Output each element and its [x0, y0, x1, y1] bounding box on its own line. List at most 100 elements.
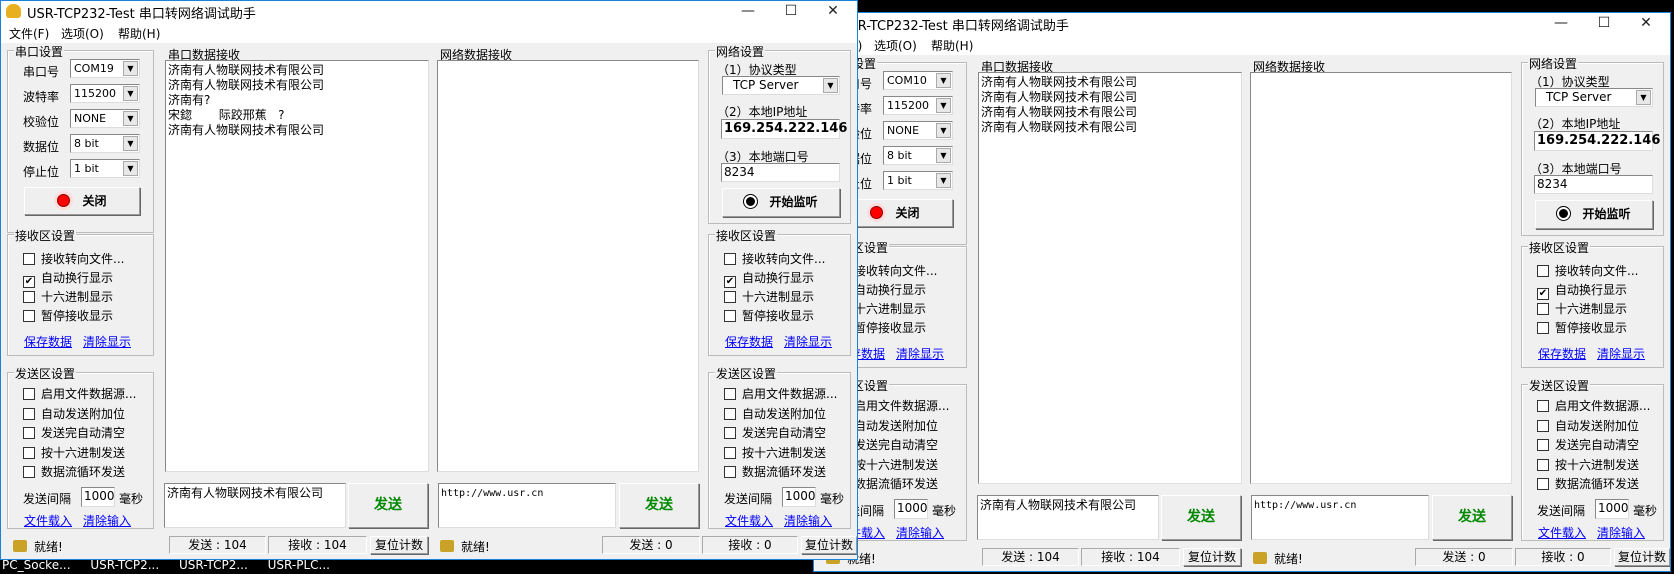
- stopbits-select[interactable]: 1 bit ▼: [883, 171, 953, 190]
- serial-send-input[interactable]: 济南有人物联网技术有限公司: [977, 495, 1159, 540]
- menu-help[interactable]: 帮助(H): [118, 25, 160, 42]
- clear-input-link[interactable]: 清除输入: [896, 524, 944, 541]
- menu-help[interactable]: 帮助(H): [931, 37, 973, 54]
- port-select[interactable]: COM19 ▼: [70, 59, 140, 78]
- net-reset-count-button[interactable]: 复位计数: [1614, 548, 1670, 566]
- local-port-field[interactable]: 8234: [1534, 175, 1653, 194]
- load-file-link[interactable]: 文件载入: [1538, 524, 1586, 541]
- ip-field[interactable]: 169.254.222.146: [1534, 131, 1660, 151]
- checkbox-icon[interactable]: [724, 253, 736, 265]
- stopbits-select[interactable]: 1 bit ▼: [70, 159, 140, 178]
- clear-input-link[interactable]: 清除输入: [83, 512, 131, 529]
- checkbox-option[interactable]: 发送完自动清空: [1537, 438, 1639, 454]
- checkbox-option[interactable]: 暂停接收显示: [724, 309, 814, 325]
- checkbox-option[interactable]: 按十六进制发送: [23, 446, 125, 462]
- save-data-link[interactable]: 保存数据: [24, 333, 72, 350]
- clear-display-link[interactable]: 清除显示: [1597, 345, 1645, 362]
- checkbox-checked-icon[interactable]: ✔: [1537, 288, 1549, 300]
- checkbox-option[interactable]: 按十六进制发送: [724, 446, 826, 462]
- maximize-button[interactable]: ☐: [771, 1, 811, 23]
- checkbox-option[interactable]: ✔ 自动换行显示: [1537, 283, 1627, 300]
- ip-field[interactable]: 169.254.222.146: [721, 119, 847, 139]
- checkbox-option[interactable]: 自动发送附加位: [23, 407, 125, 423]
- checkbox-option[interactable]: 接收转向文件...: [724, 252, 825, 268]
- checkbox-option[interactable]: 数据流循环发送: [724, 465, 826, 481]
- parity-select[interactable]: NONE ▼: [70, 109, 140, 128]
- save-data-link[interactable]: 保存数据: [1538, 345, 1586, 362]
- checkbox-option[interactable]: 按十六进制发送: [1537, 458, 1639, 474]
- checkbox-option[interactable]: 数据流循环发送: [1537, 477, 1639, 493]
- checkbox-icon[interactable]: [724, 427, 736, 439]
- listen-button[interactable]: 开始监听: [1535, 200, 1653, 229]
- checkbox-checked-icon[interactable]: ✔: [724, 276, 736, 288]
- menu-file[interactable]: 文件(F): [9, 25, 49, 42]
- title-bar[interactable]: USR-TCP232-Test 串口转网络调试助手 — ☐ ✕: [814, 13, 1670, 35]
- checkbox-option[interactable]: ✔ 自动换行显示: [724, 271, 814, 288]
- serial-send-input[interactable]: 济南有人物联网技术有限公司: [164, 483, 346, 528]
- local-port-field[interactable]: 8234: [721, 163, 840, 182]
- taskbar-item[interactable]: USR-TCP2...: [90, 558, 159, 572]
- clear-input-link[interactable]: 清除输入: [784, 512, 832, 529]
- checkbox-icon[interactable]: [1537, 419, 1549, 432]
- checkbox-icon[interactable]: [1537, 322, 1549, 334]
- checkbox-icon[interactable]: [23, 427, 35, 439]
- checkbox-icon[interactable]: [23, 407, 35, 420]
- port-select[interactable]: COM10 ▼: [883, 71, 953, 90]
- serial-send-button[interactable]: 发送: [348, 483, 428, 528]
- checkbox-icon[interactable]: [23, 310, 35, 322]
- parity-select[interactable]: NONE ▼: [883, 121, 953, 140]
- serial-reset-count-button[interactable]: 复位计数: [370, 536, 428, 554]
- listen-button[interactable]: 开始监听: [722, 188, 840, 217]
- checkbox-icon[interactable]: [724, 388, 736, 400]
- minimize-button[interactable]: —: [728, 1, 768, 23]
- checkbox-icon[interactable]: [1537, 400, 1549, 412]
- baud-select[interactable]: 115200 ▼: [883, 96, 953, 115]
- checkbox-option[interactable]: 十六进制显示: [724, 290, 814, 306]
- serial-send-button[interactable]: 发送: [1161, 495, 1241, 540]
- checkbox-icon[interactable]: [23, 253, 35, 265]
- interval-field[interactable]: 1000: [782, 487, 816, 507]
- checkbox-option[interactable]: 自动发送附加位: [1537, 419, 1639, 435]
- net-send-input[interactable]: http://www.usr.cn: [1251, 495, 1429, 540]
- checkbox-option[interactable]: 启用文件数据源...: [1537, 399, 1650, 415]
- checkbox-option[interactable]: 接收转向文件...: [1537, 264, 1638, 280]
- checkbox-icon[interactable]: [724, 310, 736, 322]
- clear-input-link[interactable]: 清除输入: [1597, 524, 1645, 541]
- checkbox-option[interactable]: 自动发送附加位: [724, 407, 826, 423]
- close-button[interactable]: ✕: [813, 1, 853, 23]
- menu-options[interactable]: 选项(O): [61, 25, 104, 42]
- databits-select[interactable]: 8 bit ▼: [883, 146, 953, 165]
- baud-select[interactable]: 115200 ▼: [70, 84, 140, 103]
- checkbox-option[interactable]: 暂停接收显示: [1537, 321, 1627, 337]
- net-send-button[interactable]: 发送: [1432, 495, 1512, 540]
- checkbox-icon[interactable]: [23, 446, 35, 459]
- clear-display-link[interactable]: 清除显示: [83, 333, 131, 350]
- save-data-link[interactable]: 保存数据: [725, 333, 773, 350]
- serial-receive-area[interactable]: 济南有人物联网技术有限公司 济南有人物联网技术有限公司 济南有? 宋鍃 际跤邢蕉…: [165, 60, 429, 472]
- net-receive-area[interactable]: [1250, 72, 1512, 484]
- taskbar-item[interactable]: USR-TCP2...: [179, 558, 248, 572]
- checkbox-checked-icon[interactable]: ✔: [23, 276, 35, 288]
- close-button[interactable]: ✕: [1626, 13, 1666, 35]
- checkbox-option[interactable]: 发送完自动清空: [724, 426, 826, 442]
- checkbox-option[interactable]: 接收转向文件...: [23, 252, 124, 268]
- interval-field[interactable]: 1000: [81, 487, 115, 507]
- checkbox-icon[interactable]: [23, 466, 35, 478]
- checkbox-icon[interactable]: [1537, 478, 1549, 490]
- checkbox-option[interactable]: 十六进制显示: [23, 290, 113, 306]
- checkbox-option[interactable]: 启用文件数据源...: [23, 387, 136, 403]
- checkbox-icon[interactable]: [23, 388, 35, 400]
- net-receive-area[interactable]: [437, 60, 699, 472]
- net-send-input[interactable]: http://www.usr.cn: [438, 483, 616, 528]
- net-send-button[interactable]: 发送: [619, 483, 699, 528]
- clear-display-link[interactable]: 清除显示: [896, 345, 944, 362]
- checkbox-icon[interactable]: [724, 446, 736, 459]
- checkbox-icon[interactable]: [1537, 303, 1549, 315]
- checkbox-icon[interactable]: [23, 291, 35, 303]
- taskbar-item[interactable]: USR-PLC...: [268, 558, 330, 572]
- checkbox-option[interactable]: 发送完自动清空: [23, 426, 125, 442]
- protocol-select[interactable]: TCP Server ▼: [722, 76, 840, 95]
- checkbox-icon[interactable]: [724, 291, 736, 303]
- checkbox-option[interactable]: 启用文件数据源...: [724, 387, 837, 403]
- taskbar-item[interactable]: PC_Socke...: [2, 558, 71, 572]
